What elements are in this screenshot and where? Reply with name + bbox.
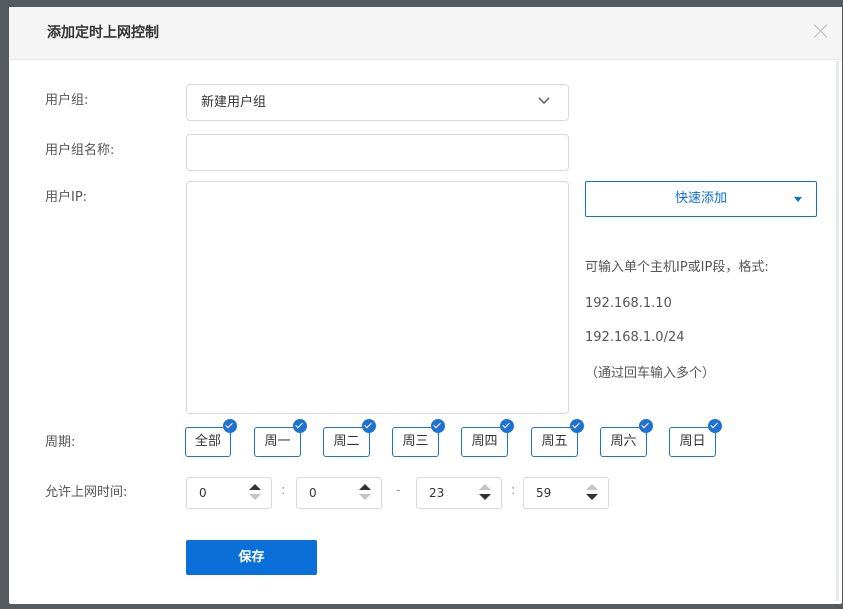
start-minute-value: 0 — [309, 486, 317, 500]
end-hour-stepper[interactable]: 23 — [416, 477, 502, 509]
spinner-icon[interactable] — [249, 484, 261, 502]
day-mon-checkbox[interactable]: 周一 — [254, 419, 307, 457]
check-icon — [500, 419, 514, 433]
day-label: 周四 — [471, 434, 498, 449]
day-wed-checkbox[interactable]: 周三 — [392, 419, 445, 457]
allowed-time-label: 允许上网时间: — [45, 485, 128, 500]
group-name-input[interactable] — [186, 134, 569, 171]
group-name-label: 用户组名称: — [45, 143, 115, 158]
time-colon: : — [281, 483, 286, 498]
end-minute-stepper[interactable]: 59 — [523, 477, 609, 509]
spinner-icon[interactable] — [586, 484, 598, 502]
ip-hint-multi: （通过回车输入多个） — [585, 366, 716, 381]
quick-add-label: 快速添加 — [674, 191, 727, 206]
user-ip-label: 用户IP: — [45, 190, 88, 205]
dialog-header: 添加定时上网控制 — [9, 7, 842, 60]
day-all-checkbox[interactable]: 全部 — [185, 419, 237, 457]
check-icon — [362, 419, 376, 433]
user-group-label: 用户组: — [45, 93, 89, 108]
check-icon — [639, 419, 653, 433]
day-thu-checkbox[interactable]: 周四 — [461, 419, 514, 457]
check-icon — [708, 419, 722, 433]
dialog-title: 添加定时上网控制 — [47, 25, 159, 41]
user-ip-textarea[interactable] — [186, 181, 569, 414]
caret-down-icon — [794, 197, 802, 202]
quick-add-dropdown[interactable]: 快速添加 — [585, 181, 817, 217]
add-timed-access-dialog: 添加定时上网控制 用户组: 新建用户组 用户组名称: 用户IP: 快速添加 可输… — [9, 7, 842, 604]
close-icon[interactable] — [814, 24, 828, 38]
end-hour-value: 23 — [429, 486, 445, 500]
day-fri-checkbox[interactable]: 周五 — [531, 419, 584, 457]
start-hour-stepper[interactable]: 0 — [186, 477, 272, 509]
time-range-dash: - — [396, 483, 401, 498]
day-tue-checkbox[interactable]: 周二 — [323, 419, 376, 457]
check-icon — [431, 419, 445, 433]
day-label: 周五 — [541, 434, 568, 449]
ip-hint-example-single: 192.168.1.10 — [585, 296, 672, 311]
day-label: 周六 — [610, 434, 637, 449]
start-minute-stepper[interactable]: 0 — [296, 477, 382, 509]
day-label: 全部 — [194, 434, 221, 449]
day-label: 周一 — [264, 434, 291, 449]
day-sat-checkbox[interactable]: 周六 — [600, 419, 653, 457]
day-label: 周二 — [333, 434, 360, 449]
user-group-value: 新建用户组 — [201, 95, 267, 110]
check-icon — [293, 419, 307, 433]
user-group-select[interactable]: 新建用户组 — [186, 84, 569, 121]
time-colon: : — [511, 483, 516, 498]
end-minute-value: 59 — [536, 486, 552, 500]
day-label: 周日 — [679, 434, 706, 449]
check-icon — [223, 419, 237, 433]
check-icon — [570, 419, 584, 433]
dialog-scrollbar[interactable] — [836, 61, 839, 601]
day-sun-checkbox[interactable]: 周日 — [669, 419, 722, 457]
day-label: 周三 — [402, 434, 429, 449]
save-button-label: 保存 — [238, 550, 265, 565]
spinner-icon[interactable] — [479, 484, 491, 502]
start-hour-value: 0 — [199, 486, 207, 500]
save-button[interactable]: 保存 — [186, 540, 317, 575]
ip-hint-example-range: 192.168.1.0/24 — [585, 330, 685, 345]
period-label: 周期: — [45, 435, 76, 450]
ip-hint-line: 可输入单个主机IP或IP段，格式: — [585, 260, 769, 275]
chevron-down-icon — [538, 97, 550, 104]
spinner-icon[interactable] — [359, 484, 371, 502]
